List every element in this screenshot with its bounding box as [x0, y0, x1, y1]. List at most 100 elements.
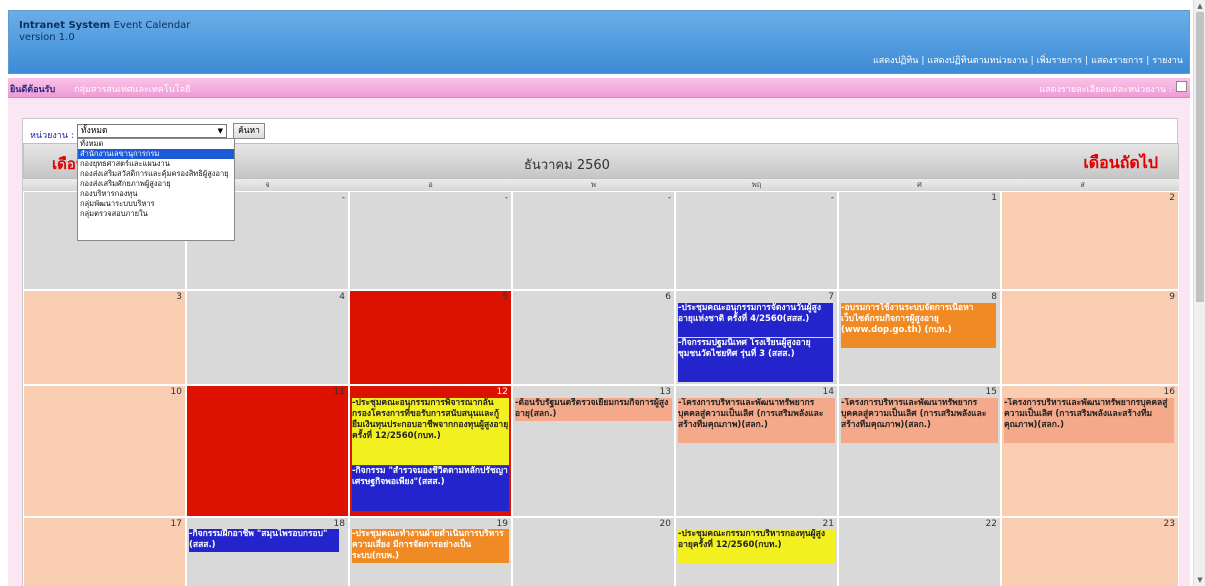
day-name: พฤ [751, 180, 762, 189]
day-name: ส [1080, 180, 1085, 189]
event-item[interactable]: -อบรมการใช้งานระบบจัดการเนื้อหาเว็บไซต์ก… [841, 303, 996, 348]
day-cell-11[interactable]: 11 [186, 385, 349, 517]
day-cell-9[interactable]: 9 [1001, 290, 1179, 385]
welcome-org: กลุ่มสารสนเทศและเทคโนโลยี [74, 85, 191, 95]
day-cell-13[interactable]: 13 -ต้อนรับรัฐมนตรีตรวจเยี่ยมกรมกิจการผู… [512, 385, 675, 517]
day-number: - [341, 193, 345, 203]
app-version: version 1.0 [19, 32, 75, 43]
day-cell-7[interactable]: 7 -ประชุมคณะอนุกรรมการจัดงานวันผู้สูงอาย… [675, 290, 838, 385]
day-cell-14[interactable]: 14 -โครงการบริหารและพัฒนาทรัพยากรบุคคลสู… [675, 385, 838, 517]
day-cell-21[interactable]: 21 -ประชุมคณะกรรมการบริหารกองทุนผู้สูงอา… [675, 517, 838, 586]
day-number: 13 [659, 387, 671, 397]
day-number: 14 [822, 387, 834, 397]
day-number: - [504, 193, 508, 203]
day-name: ศ [917, 180, 922, 189]
day-cell-8[interactable]: 8 -อบรมการใช้งานระบบจัดการเนื้อหาเว็บไซต… [838, 290, 1001, 385]
day-cell-10[interactable]: 10 [23, 385, 186, 517]
day-cell-16[interactable]: 16 -โครงการบริหารและพัฒนาทรัพยากรบุคคลสู… [1001, 385, 1179, 517]
month-title: ธันวาคม 2560 [524, 158, 610, 173]
day-number: 23 [1163, 519, 1175, 529]
dept-dropdown-list: ทั้งหมด สำนักงานเลขานุการกรม กองยุทธศาสต… [77, 138, 235, 241]
day-number: 16 [1163, 387, 1175, 397]
page: Intranet System Event Calendar version 1… [0, 0, 1205, 586]
event-item[interactable]: -ประชุมคณะกรรมการบริหารกองทุนผู้สูงอายุค… [678, 529, 835, 563]
day-cell-6[interactable]: 6 [512, 290, 675, 385]
event-item[interactable]: -กิจกรรม "สำรวจมองชีวิตตามหลักปรัชญาเศรษ… [352, 466, 509, 511]
detail-toggle-checkbox[interactable] [1176, 81, 1187, 92]
scrollbar-thumb[interactable] [1196, 12, 1204, 302]
day-cell-18[interactable]: 18 -กิจกรรมฝึกอาชีพ "สมุนไพรอบกรอบ"(สสส.… [186, 517, 349, 586]
content-area: หน่วยงาน : ทั้งหมด▼ ค้นหา เดือนก่อนหน้า … [8, 98, 1190, 586]
day-number: 2 [1169, 193, 1175, 203]
day-cell-blank[interactable]: - [512, 191, 675, 290]
scroll-down-arrow-icon[interactable]: ▼ [1194, 574, 1205, 586]
dropdown-arrow-icon: ▼ [217, 127, 223, 135]
top-menu: แสดงปฏิทิน | แสดงปฏิทินตามหน่วยงาน | เพิ่มรา… [872, 56, 1183, 66]
app-title-rest: Event Calendar [113, 20, 191, 31]
day-cell-3[interactable]: 3 [23, 290, 186, 385]
scroll-up-arrow-icon[interactable]: ▲ [1194, 0, 1205, 12]
event-item[interactable]: -โครงการบริหารและพัฒนาทรัพยากรบุคคลสู่คว… [678, 398, 835, 443]
day-name: อ [428, 180, 433, 189]
event-item[interactable]: -ประชุมคณะทำงานฝ่ายดำเนินการบริหารความเส… [352, 529, 509, 563]
day-number: 1 [991, 193, 997, 203]
day-number: 20 [659, 519, 671, 529]
dept-option[interactable]: สำนักงานเลขานุการกรม [78, 149, 234, 159]
day-cell-12[interactable]: 12 -ประชุมคณะอนุกรรมการพิจารณากลั่นกรองโ… [349, 385, 512, 517]
day-number: - [830, 193, 834, 203]
day-cell-2[interactable]: 2 [1001, 191, 1179, 290]
app-title-bold: Intranet System [19, 20, 111, 31]
day-cell-1[interactable]: 1 [838, 191, 1001, 290]
event-item[interactable]: -ประชุมคณะอนุกรรมการพิจารณากลั่นกรองโครง… [352, 398, 509, 465]
event-item[interactable]: -กิจกรรมฝึกอาชีพ "สมุนไพรอบกรอบ"(สสส.) [189, 529, 339, 552]
day-number: - [667, 193, 671, 203]
day-cell-20[interactable]: 20 [512, 517, 675, 586]
event-item[interactable]: -โครงการบริหารและพัฒนาทรัพยากรบุคคลสู่คว… [1004, 398, 1174, 443]
day-cell-22[interactable]: 22 [838, 517, 1001, 586]
next-month-link[interactable]: เดือนถัดไป [1083, 151, 1158, 176]
day-name: พ [591, 180, 596, 189]
app-header: Intranet System Event Calendar version 1… [8, 10, 1190, 74]
dept-option[interactable]: กลุ่มพัฒนาระบบบริหาร [78, 199, 234, 209]
day-cell-23[interactable]: 23 [1001, 517, 1179, 586]
calendar-panel: หน่วยงาน : ทั้งหมด▼ ค้นหา เดือนก่อนหน้า … [22, 118, 1179, 586]
dept-option[interactable]: กองส่งเสริมสวัสดิการและคุ้มครองสิทธิผู้ส… [78, 169, 234, 179]
day-number: 21 [822, 519, 834, 529]
event-item[interactable]: -กิจกรรมปฐมนิเทศ โรงเรียนผู้สูงอายุชุมชน… [678, 338, 833, 382]
dept-filter-label: หน่วยงาน : [30, 131, 74, 141]
dept-option[interactable]: กองยุทธศาสตร์และแผนงาน [78, 159, 234, 169]
welcome-label: ยินดีต้อนรับ [10, 85, 56, 95]
menu-show-items[interactable]: แสดงรายการ [1091, 56, 1143, 66]
day-number: 5 [502, 292, 508, 302]
day-cell-blank[interactable]: - [349, 191, 512, 290]
day-number: 17 [170, 519, 182, 529]
search-button[interactable]: ค้นหา [233, 123, 265, 139]
menu-calendar-by-dept[interactable]: แสดงปฏิทินตามหน่วยงาน [927, 56, 1027, 66]
day-number: 10 [170, 387, 182, 397]
day-cell-19[interactable]: 19 -ประชุมคณะทำงานฝ่ายดำเนินการบริหารควา… [349, 517, 512, 586]
menu-report[interactable]: รายงาน [1152, 56, 1183, 66]
day-cell-5[interactable]: 5 [349, 290, 512, 385]
menu-show-calendar[interactable]: แสดงปฏิทิน [873, 56, 918, 66]
menu-add-item[interactable]: เพิ่มรายการ [1037, 56, 1082, 66]
dept-option[interactable]: กองส่งเสริมศักยภาพผู้สูงอายุ [78, 179, 234, 189]
day-number: 15 [985, 387, 997, 397]
day-number: 9 [1169, 292, 1175, 302]
dept-option[interactable]: กลุ่มตรวจสอบภายใน [78, 209, 234, 219]
day-cell-15[interactable]: 15 -โครงการบริหารและพัฒนาทรัพยากรบุคคลสู… [838, 385, 1001, 517]
event-item[interactable]: -ต้อนรับรัฐมนตรีตรวจเยี่ยมกรมกิจการผู้สู… [515, 398, 672, 421]
dept-option[interactable]: กองบริหารกองทุน [78, 189, 234, 199]
day-cell-17[interactable]: 17 [23, 517, 186, 586]
event-item[interactable]: -ประชุมคณะอนุกรรมการจัดงานวันผู้สูงอายุแ… [678, 303, 833, 337]
day-cell-4[interactable]: 4 [186, 290, 349, 385]
day-number: 3 [176, 292, 182, 302]
day-number: 8 [991, 292, 997, 302]
dept-select-value: ทั้งหมด [81, 126, 108, 136]
day-number: 6 [665, 292, 671, 302]
day-number: 22 [985, 519, 997, 529]
dept-option[interactable]: ทั้งหมด [78, 139, 234, 149]
page-scrollbar[interactable]: ▲ ▼ [1193, 0, 1205, 586]
day-cell-blank[interactable]: - [675, 191, 838, 290]
event-item[interactable]: -โครงการบริหารและพัฒนาทรัพยากรบุคคลสู่คว… [841, 398, 998, 443]
dept-select[interactable]: ทั้งหมด ▼ [77, 124, 227, 138]
